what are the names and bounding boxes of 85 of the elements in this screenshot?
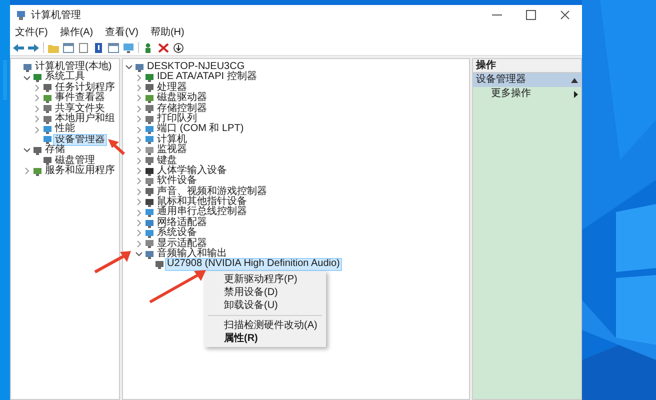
device-icon [43,135,52,144]
right-triangle-icon [574,90,578,98]
chevron-icon[interactable] [135,250,143,258]
device-icon [155,260,164,270]
forward-arrow-icon[interactable] [28,42,39,52]
monitor-icon[interactable] [123,42,134,52]
device-icon [145,94,154,103]
menu-item[interactable]: 操作(A) [60,26,94,40]
tree-item[interactable]: 人体学输入设备 [156,166,228,176]
page-icon[interactable] [78,42,89,52]
window-title: 计算机管理 [31,8,81,22]
device-icon [43,104,52,114]
device-icon [145,114,154,124]
annotation-arrow [94,251,131,274]
annotation-arrow [149,270,206,304]
device-icon [145,176,154,186]
tree-item[interactable]: 软件设备 [156,176,198,187]
panel-icon[interactable] [108,42,119,52]
chevron-icon[interactable] [125,63,133,72]
maximize-icon[interactable] [526,10,536,20]
device-icon [135,62,144,72]
device-icon [145,73,154,82]
device-icon [43,114,52,124]
close-icon[interactable] [560,10,570,20]
device-icon [43,156,52,166]
annotation-arrow [108,139,125,156]
pane-header: 操作 [473,59,581,73]
tree-item[interactable]: 磁盘管理 [54,156,96,166]
panel-icon[interactable] [63,42,74,52]
tree-item[interactable]: 存储 [44,145,66,156]
device-icon [145,104,154,114]
back-arrow-icon[interactable] [13,42,24,52]
device-icon [145,239,154,248]
delete-icon[interactable] [158,42,169,52]
tree-item[interactable]: 磁盘驱动器 [156,93,208,104]
device-icon [43,83,52,92]
menu-item[interactable]: 属性(R) [204,332,326,345]
tree-item[interactable]: IDE ATA/ATAPI 控制器 [156,72,258,83]
device-icon [145,146,154,155]
device-icon [145,83,154,92]
menu-item[interactable]: 更新驱动程序(P) [204,273,326,286]
menu-item[interactable]: 查看(V) [105,26,138,40]
tree-item[interactable]: 存储控制器 [156,104,208,114]
help-book-icon[interactable] [93,42,104,52]
collapse-icon[interactable] [571,78,578,82]
download-icon[interactable] [173,42,184,52]
action-link[interactable]: 更多操作 [491,87,531,101]
tree-item[interactable]: 性能 [54,124,76,135]
chevron-icon[interactable] [23,146,31,154]
tree-item[interactable]: 系统工具 [44,72,86,83]
tree-item[interactable]: 键盘 [156,156,178,166]
chevron-icon[interactable] [23,74,31,82]
device-icon [145,250,154,259]
device-icon [145,208,154,218]
device-icon [33,166,42,176]
tree-item[interactable]: 音频输入和输出 [156,249,228,260]
menu-item[interactable]: 禁用设备(D) [204,286,326,299]
folder-icon[interactable] [48,42,59,52]
tree-item[interactable]: 通用串行总线控制器 [156,207,248,218]
device-icon [145,228,154,238]
tree-item[interactable]: U27908 (NVIDIA High Definition Audio) [166,259,341,270]
tree-item[interactable]: 服务和应用程序 [44,166,116,176]
device-icon [33,73,42,82]
device-icon [33,146,42,155]
device-icon [145,156,154,166]
menu-item[interactable]: 文件(F) [15,26,48,40]
tree-item[interactable]: 端口 (COM 和 LPT) [156,124,245,135]
tree-item[interactable]: 系统设备 [156,228,198,239]
device-icon [145,125,154,134]
tree-item[interactable]: 共享文件夹 [54,104,106,114]
device-icon [145,166,154,176]
tree-item[interactable]: 处理器 [156,82,188,94]
menu-item[interactable]: 扫描检测硬件改动(A) [204,319,326,332]
menu-item[interactable]: 帮助(H) [150,26,184,40]
device-icon [145,198,154,207]
device-icon [145,218,154,228]
device-icon [23,62,32,72]
tree-item[interactable]: 监视器 [156,145,188,156]
app-icon [16,10,27,20]
device-icon [145,187,154,196]
device-icon [43,125,52,134]
device-icon [145,135,154,144]
device-icon [43,94,52,103]
tree-item[interactable]: 事件查看器 [54,93,106,104]
menu-item[interactable]: 卸载设备(U) [204,299,326,312]
